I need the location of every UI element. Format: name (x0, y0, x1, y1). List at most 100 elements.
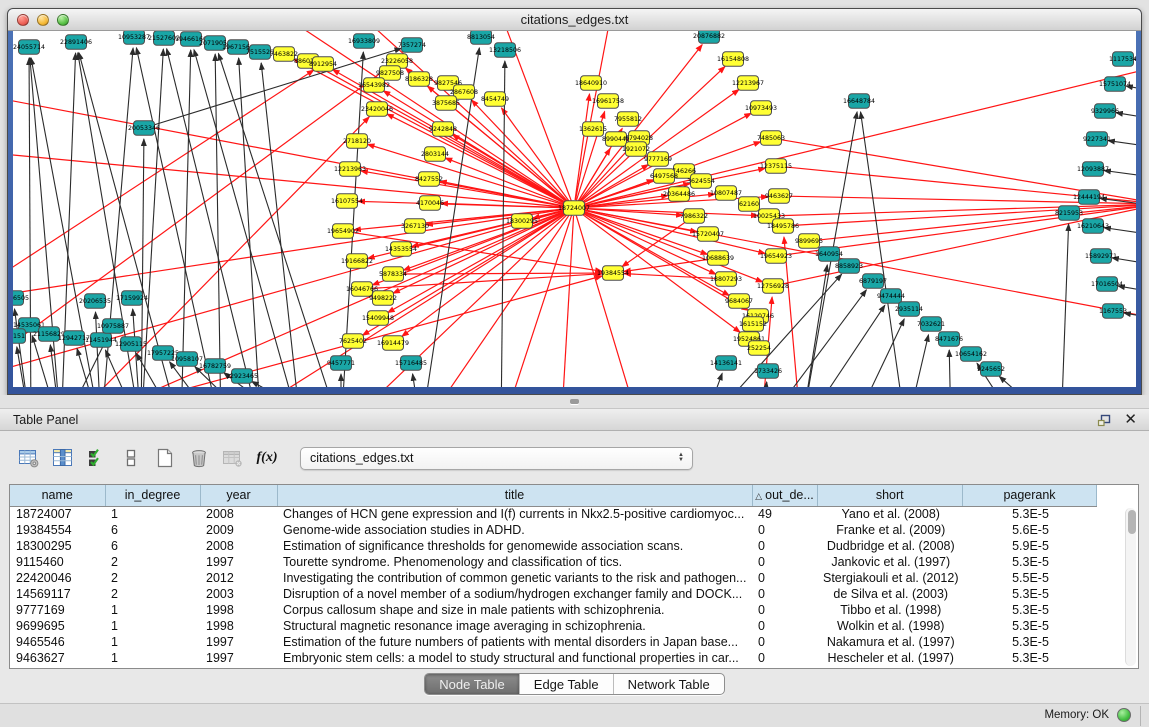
table-cell[interactable]: Tibbo et al. (1998) (817, 602, 963, 618)
table-cell[interactable]: 9463627 (10, 650, 105, 666)
table-cell[interactable]: 22420046 (10, 570, 105, 586)
table-cell[interactable]: 5.3E-5 (963, 650, 1097, 666)
close-panel-icon[interactable]: ✕ (1124, 412, 1137, 428)
table-cell[interactable]: 2009 (200, 522, 277, 538)
citation-edge[interactable] (13, 209, 566, 301)
table-cell[interactable]: Changes of HCN gene expression and I(f) … (277, 506, 752, 522)
network-window-titlebar[interactable]: citations_edges.txt (8, 9, 1141, 31)
table-cell[interactable]: 0 (752, 586, 817, 602)
table-cell[interactable]: 2012 (200, 570, 277, 586)
column-header-out_de[interactable]: △out_de... (752, 485, 817, 506)
table-cell[interactable]: 2008 (200, 538, 277, 554)
table-cell[interactable]: 1 (105, 618, 200, 634)
citation-edge[interactable] (1108, 141, 1136, 151)
table-cell[interactable]: 1997 (200, 554, 277, 570)
citation-edge[interactable] (401, 273, 602, 274)
citation-edge[interactable] (501, 216, 572, 387)
split-divider[interactable] (0, 395, 1149, 408)
table-cell[interactable]: Dudbridge et al. (2008) (817, 538, 963, 554)
table-row[interactable]: 1456911722003Disruption of a novel membe… (10, 586, 1097, 602)
tab-edge-table[interactable]: Edge Table (520, 674, 614, 694)
table-cell[interactable]: 2008 (200, 506, 277, 522)
citation-edge[interactable] (29, 58, 31, 387)
citation-edge[interactable] (851, 319, 904, 387)
table-cell[interactable]: 1998 (200, 602, 277, 618)
table-cell[interactable]: 18300295 (10, 538, 105, 554)
citation-edge[interactable] (13, 91, 566, 207)
column-header-short[interactable]: short (817, 485, 963, 506)
citation-edge[interactable] (13, 70, 314, 301)
citation-edge[interactable] (167, 49, 261, 387)
column-header-name[interactable]: name (10, 485, 105, 506)
tab-node-table[interactable]: Node Table (425, 674, 520, 694)
delete-icon[interactable] (188, 447, 210, 469)
table-cell[interactable]: 0 (752, 650, 817, 666)
citation-edge[interactable] (999, 376, 1061, 387)
table-cell[interactable]: 9777169 (10, 602, 105, 618)
table-cell[interactable]: Wolkin et al. (1998) (817, 618, 963, 634)
table-cell[interactable]: 1 (105, 650, 200, 666)
table-row[interactable]: 1938455462009Genome-wide association stu… (10, 522, 1097, 538)
table-row[interactable]: 1872400712008Changes of HCN gene express… (10, 506, 1097, 522)
table-cell[interactable]: Estimation of the future numbers of pati… (277, 634, 752, 650)
citation-edge[interactable] (413, 374, 421, 387)
table-cell[interactable]: 1 (105, 506, 200, 522)
citation-edge[interactable] (624, 274, 718, 279)
citation-edge[interactable] (1061, 224, 1069, 387)
table-row[interactable]: 969969511998Structural magnetic resonanc… (10, 618, 1097, 634)
divider-grip-icon[interactable] (570, 399, 579, 404)
table-cell[interactable]: Stergiakouli et al. (2012) (817, 570, 963, 586)
network-canvas[interactable]: 2405571422891406109532872152760219466160… (13, 31, 1136, 387)
table-row[interactable]: 1830029562008Estimation of significance … (10, 538, 1097, 554)
table-cell[interactable]: 5.3E-5 (963, 634, 1097, 650)
table-cell[interactable]: 0 (752, 554, 817, 570)
table-cell[interactable]: 2 (105, 586, 200, 602)
citation-edge[interactable] (801, 265, 827, 387)
citation-edge[interactable] (218, 53, 341, 387)
table-cell[interactable]: 0 (752, 618, 817, 634)
table-cell[interactable]: 14569117 (10, 586, 105, 602)
table-options-icon[interactable] (18, 447, 40, 469)
table-cell[interactable]: 19384554 (10, 522, 105, 538)
table-cell[interactable]: 0 (752, 538, 817, 554)
table-cell[interactable]: Yano et al. (2008) (817, 506, 963, 522)
table-cell[interactable]: 5.3E-5 (963, 602, 1097, 618)
citation-edge[interactable] (906, 335, 928, 387)
table-cell[interactable]: Nakamura et al. (1997) (817, 634, 963, 650)
citation-edge[interactable] (402, 213, 568, 337)
table-scrollbar[interactable] (1125, 508, 1136, 666)
column-header-pagerank[interactable]: pagerank (963, 485, 1097, 506)
citation-edge[interactable] (761, 382, 767, 387)
table-cell[interactable]: 0 (752, 634, 817, 650)
table-row[interactable]: 911546021997Tourette syndrome. Phenomeno… (10, 554, 1097, 570)
table-cell[interactable]: 5.3E-5 (963, 586, 1097, 602)
column-header-year[interactable]: year (200, 485, 277, 506)
table-cell[interactable]: 9699695 (10, 618, 105, 634)
citation-edge[interactable] (261, 63, 301, 387)
table-cell[interactable]: 0 (752, 570, 817, 586)
citation-edge[interactable] (194, 50, 301, 387)
table-cell[interactable]: Disruption of a novel member of a sodium… (277, 586, 752, 602)
table-cell[interactable]: 0 (752, 522, 817, 538)
citation-edge[interactable] (141, 49, 163, 387)
table-cell[interactable]: Jankovic et al. (1997) (817, 554, 963, 570)
table-cell[interactable]: 2003 (200, 586, 277, 602)
table-cell[interactable]: 5.3E-5 (963, 506, 1097, 522)
column-visibility-icon[interactable] (52, 447, 74, 469)
table-row[interactable]: 946554611997Estimation of the future num… (10, 634, 1097, 650)
table-cell[interactable]: Investigating the contribution of common… (277, 570, 752, 586)
table-cell[interactable]: 5.9E-5 (963, 538, 1097, 554)
table-cell[interactable]: de Silva et al. (2003) (817, 586, 963, 602)
table-cell[interactable]: 1 (105, 602, 200, 618)
citation-edge[interactable] (481, 31, 571, 201)
function-icon[interactable]: f(x) (256, 447, 278, 469)
tab-network-table[interactable]: Network Table (614, 674, 724, 694)
float-window-icon[interactable] (1097, 414, 1111, 427)
citation-edge[interactable] (579, 146, 631, 202)
scrollbar-thumb[interactable] (1128, 510, 1136, 534)
table-cell[interactable]: 1997 (200, 650, 277, 666)
table-cell[interactable]: 49 (752, 506, 817, 522)
citation-edge[interactable] (701, 373, 722, 387)
table-cell[interactable]: Structural magnetic resonance image aver… (277, 618, 752, 634)
table-cell[interactable]: Corpus callosum shape and size in male p… (277, 602, 752, 618)
